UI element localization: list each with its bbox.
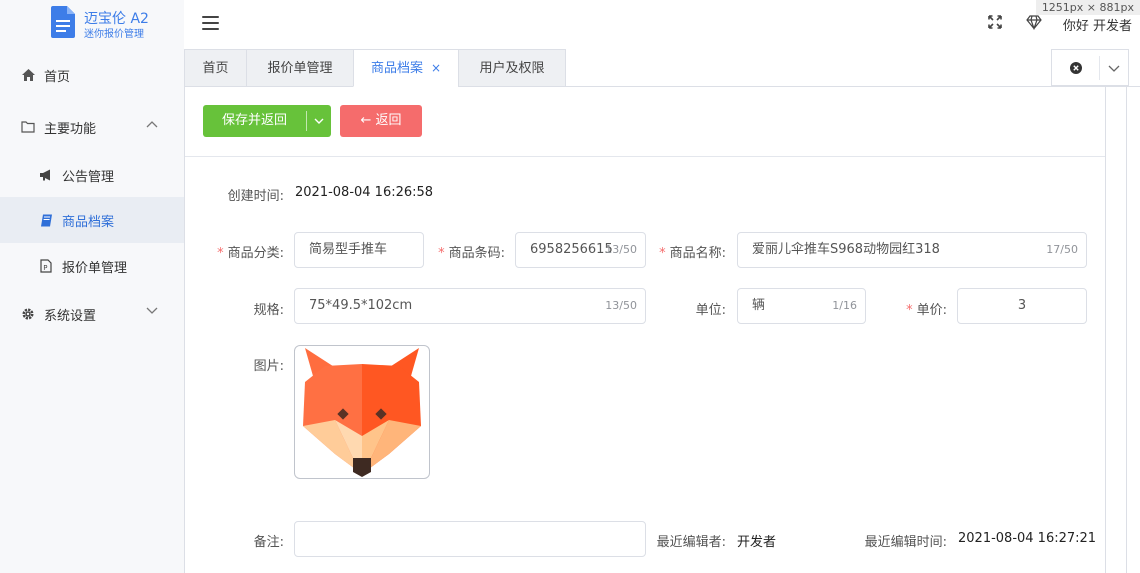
category-label: * 商品分类:: [190, 242, 284, 261]
tab-tools: [1051, 49, 1129, 86]
tab-users-permissions[interactable]: 用户及权限: [458, 49, 566, 87]
price-input[interactable]: 3: [957, 288, 1087, 324]
sidebar-item-announcements[interactable]: 公告管理: [0, 152, 184, 198]
megaphone-icon: [38, 167, 54, 183]
category-select[interactable]: 简易型手推车: [294, 232, 424, 268]
divider: [1099, 56, 1100, 80]
fullscreen-icon[interactable]: [987, 14, 1003, 30]
divider: [185, 156, 1105, 157]
last-editor-label: 最近编辑者:: [656, 535, 726, 550]
last-edit-time-value: 2021-08-04 16:27:21: [958, 531, 1097, 546]
sidebar-item-product-archive[interactable]: 商品档案: [0, 197, 184, 243]
tab-label: 首页: [202, 61, 229, 76]
product-name-value: 爱丽儿伞推车S968动物园红318: [752, 242, 940, 257]
barcode-char-count: 13/50: [605, 243, 637, 256]
sidebar-item-label: 主要功能: [44, 121, 97, 137]
unit-input[interactable]: 辆 1/16: [737, 288, 866, 324]
spec-value: 75*49.5*102cm: [309, 298, 413, 313]
home-icon: [20, 67, 36, 83]
diamond-icon[interactable]: [1026, 14, 1042, 30]
sidebar-item-label: 商品档案: [62, 214, 115, 230]
unit-label: 单位:: [695, 303, 726, 318]
product-name-input[interactable]: 爱丽儿伞推车S968动物园红318 17/50: [737, 232, 1087, 268]
price-value: 3: [1017, 298, 1027, 313]
close-all-tabs-icon[interactable]: [1070, 62, 1082, 74]
tab-product-archive[interactable]: 商品档案 ×: [353, 49, 459, 87]
category-value: 简易型手推车: [309, 242, 388, 257]
sidebar-item-label: 公告管理: [62, 169, 115, 185]
tab-label: 商品档案: [370, 61, 423, 76]
required-mark: *: [659, 246, 666, 261]
created-time-value: 2021-08-04 16:26:58: [295, 185, 434, 200]
image-label: 图片:: [253, 359, 284, 374]
save-options-dropdown[interactable]: [307, 105, 331, 137]
size-badge: 1251px × 881px: [1035, 0, 1140, 15]
user-greeting[interactable]: 你好 开发者: [1063, 15, 1132, 34]
sidebar-item-label: 报价单管理: [62, 260, 128, 276]
app-logo[interactable]: 迈宝伦 A2 迷你报价管理: [0, 0, 184, 46]
spec-label: 规格:: [253, 303, 284, 318]
created-time-label: 创建时间:: [227, 189, 284, 204]
chevron-up-icon: [146, 121, 158, 128]
app-subtitle: 迷你报价管理: [84, 29, 144, 40]
tab-quotation-management[interactable]: 报价单管理: [246, 49, 354, 87]
barcode-value: 6958256615: [530, 242, 613, 257]
tab-label: 用户及权限: [479, 61, 545, 76]
last-edit-time-label: 最近编辑时间:: [864, 535, 947, 550]
svg-text:P: P: [43, 264, 47, 272]
last-editor-value: 开发者: [737, 535, 777, 550]
spec-char-count: 13/50: [605, 299, 637, 312]
spec-input[interactable]: 75*49.5*102cm 13/50: [294, 288, 646, 324]
price-label-text: 单价:: [916, 303, 947, 318]
required-mark: *: [217, 246, 224, 261]
book-icon: [38, 212, 54, 228]
barcode-label-text: 商品条码:: [448, 246, 505, 261]
back-button[interactable]: ← 返回: [340, 105, 422, 137]
save-and-return-button[interactable]: 保存并返回: [203, 105, 331, 137]
tab-bar: 首页 报价单管理 商品档案 × 用户及权限: [184, 49, 1140, 87]
document-logo-icon: [51, 6, 75, 38]
sidebar-item-quotation-management[interactable]: P 报价单管理: [0, 243, 184, 289]
barcode-input[interactable]: 6958256615 13/50: [515, 232, 646, 268]
gear-icon: [20, 306, 36, 322]
chevron-down-icon: [314, 118, 324, 124]
product-name-label-text: 商品名称:: [669, 246, 726, 261]
barcode-label: * 商品条码:: [420, 242, 505, 261]
tab-close-icon[interactable]: ×: [431, 61, 441, 75]
document-icon: P: [38, 258, 54, 274]
required-mark: *: [906, 303, 913, 318]
content-panel: [184, 87, 1106, 573]
scrollbar[interactable]: [1126, 87, 1127, 573]
menu-toggle-icon[interactable]: [202, 16, 219, 30]
tab-label: 报价单管理: [267, 61, 333, 76]
sidebar: 迈宝伦 A2 迷你报价管理 首页 主要功能 公告管理 商品档案 P 报价单管理: [0, 0, 184, 573]
sidebar-item-main-functions[interactable]: 主要功能: [0, 104, 184, 150]
price-label: * 单价:: [866, 299, 947, 318]
remark-input[interactable]: [294, 521, 646, 557]
folder-icon: [20, 119, 36, 135]
unit-char-count: 1/16: [832, 299, 857, 312]
product-name-label: * 商品名称:: [640, 242, 726, 261]
save-button-label: 保存并返回: [221, 113, 287, 128]
sidebar-item-system-settings[interactable]: 系统设置: [0, 291, 184, 337]
unit-value: 辆: [752, 298, 766, 313]
tab-home[interactable]: 首页: [184, 49, 247, 87]
sidebar-item-label: 系统设置: [44, 308, 97, 324]
category-label-text: 商品分类:: [227, 246, 284, 261]
required-mark: *: [438, 246, 445, 261]
chevron-down-icon[interactable]: [1108, 65, 1120, 73]
product-image-upload[interactable]: [294, 345, 430, 479]
sidebar-item-label: 首页: [44, 69, 71, 85]
fox-image: [303, 348, 421, 477]
chevron-down-icon: [146, 307, 158, 314]
remark-label: 备注:: [253, 535, 284, 550]
product-name-char-count: 17/50: [1046, 243, 1078, 256]
sidebar-item-home[interactable]: 首页: [0, 52, 184, 98]
top-bar: 你好 开发者: [184, 0, 1140, 46]
